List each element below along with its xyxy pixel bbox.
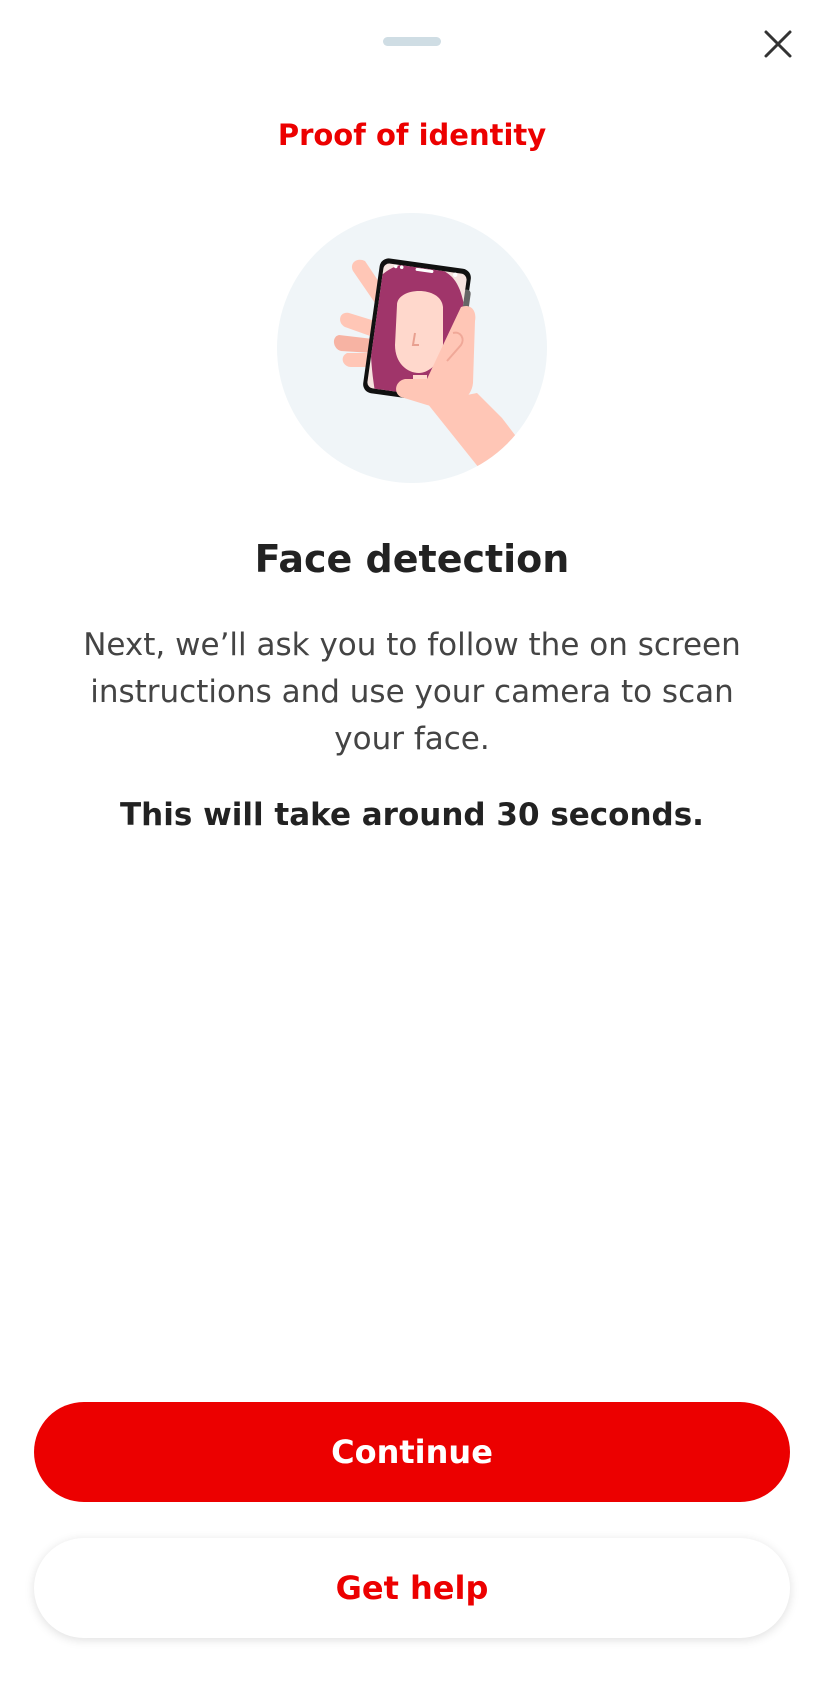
face-detection-sheet: Proof of identity Face detection Next, w… [0,0,824,1688]
continue-button[interactable]: Continue [34,1402,790,1502]
close-button[interactable] [756,22,800,66]
page-title: Proof of identity [277,118,547,152]
face-scan-phone-icon [277,213,547,483]
sheet-drag-handle[interactable] [383,37,441,46]
face-scan-illustration [277,213,547,483]
get-help-button[interactable]: Get help [34,1538,790,1638]
duration-note: This will take around 30 seconds. [120,797,704,833]
section-headline: Face detection [254,537,570,581]
close-icon [764,30,792,58]
instructions-text: Next, we’ll ask you to follow the on scr… [83,627,741,757]
